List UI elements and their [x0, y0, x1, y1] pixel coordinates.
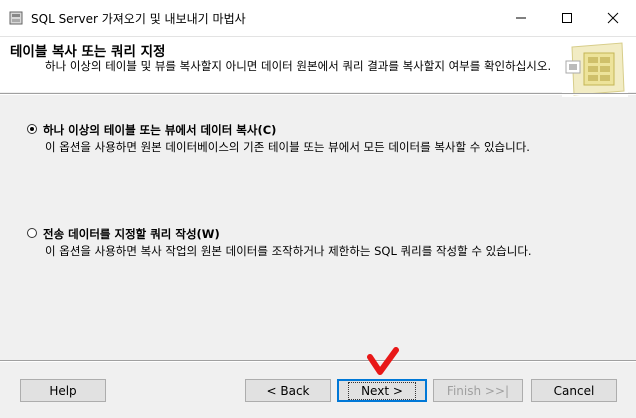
checkmark-annotation-icon [367, 347, 399, 375]
maximize-icon [562, 13, 572, 23]
back-button[interactable]: < Back [245, 379, 331, 402]
finish-button[interactable]: Finish >>| [433, 379, 523, 402]
wizard-table-icon [562, 41, 628, 97]
option-copy-tables-label[interactable]: 하나 이상의 테이블 또는 뷰에서 데이터 복사(C) [43, 122, 276, 138]
radio-write-query[interactable] [27, 228, 37, 238]
help-button[interactable]: Help [20, 379, 106, 402]
minimize-icon [516, 17, 526, 19]
header-divider [0, 93, 636, 95]
wizard-header: 테이블 복사 또는 쿼리 지정 하나 이상의 테이블 및 뷰를 복사할지 아니면… [0, 37, 636, 97]
app-icon [9, 11, 23, 25]
maximize-button[interactable] [544, 0, 590, 36]
window-title: SQL Server 가져오기 및 내보내기 마법사 [31, 12, 246, 26]
page-title: 테이블 복사 또는 쿼리 지정 [10, 44, 166, 60]
title-bar: SQL Server 가져오기 및 내보내기 마법사 [0, 0, 636, 37]
footer-divider [0, 360, 636, 362]
radio-copy-tables[interactable] [27, 124, 37, 134]
option-write-query-description: 이 옵션을 사용하면 복사 작업의 원본 데이터를 조작하거나 제한하는 SQL… [45, 244, 532, 258]
page-subtitle: 하나 이상의 테이블 및 뷰를 복사할지 아니면 데이터 원본에서 쿼리 결과를… [45, 59, 552, 73]
minimize-button[interactable] [498, 0, 544, 36]
close-button[interactable] [590, 0, 636, 36]
close-icon [607, 12, 619, 24]
option-write-query-label[interactable]: 전송 데이터를 지정할 쿼리 작성(W) [43, 226, 220, 242]
next-button-label: Next > [348, 381, 416, 400]
cancel-button[interactable]: Cancel [531, 379, 617, 402]
option-copy-tables-description: 이 옵션을 사용하면 원본 데이터베이스의 기존 테이블 또는 뷰에서 모든 데… [45, 140, 530, 154]
next-button[interactable]: Next > [337, 379, 427, 402]
